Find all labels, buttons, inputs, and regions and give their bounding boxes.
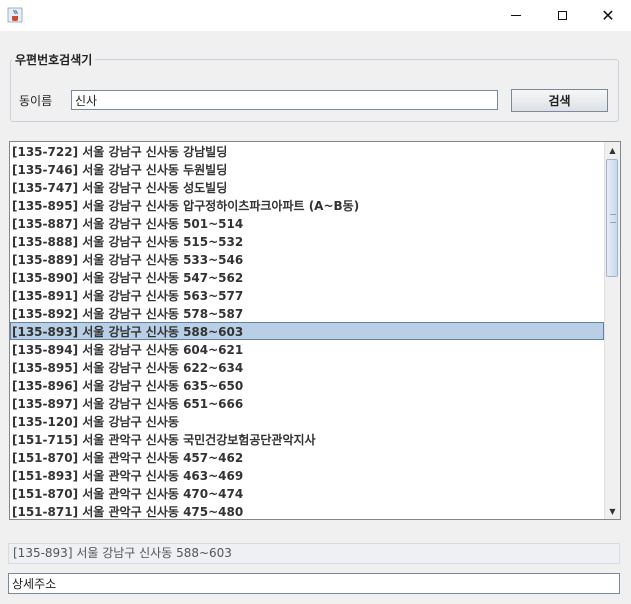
- list-item[interactable]: [151-870] 서울 관악구 신사동 457~462: [10, 448, 604, 466]
- list-item[interactable]: [135-895] 서울 강남구 신사동 622~634: [10, 358, 604, 376]
- dong-name-input[interactable]: [71, 90, 498, 110]
- list-item[interactable]: [135-746] 서울 강남구 신사동 두원빌딩: [10, 160, 604, 178]
- scroll-up-icon[interactable]: ▲: [605, 142, 620, 158]
- dong-name-label: 동이름: [19, 94, 53, 108]
- list-item[interactable]: [151-870] 서울 관악구 신사동 470~474: [10, 484, 604, 502]
- list-item[interactable]: [135-889] 서울 강남구 신사동 533~546: [10, 250, 604, 268]
- selected-address-field: [135-893] 서울 강남구 신사동 588~603: [8, 543, 620, 564]
- grip-icon: [610, 214, 616, 223]
- search-button[interactable]: 검색: [511, 89, 608, 112]
- list-item[interactable]: [135-894] 서울 강남구 신사동 604~621: [10, 340, 604, 358]
- list-item[interactable]: [135-891] 서울 강남구 신사동 563~577: [10, 286, 604, 304]
- maximize-button[interactable]: [539, 0, 585, 31]
- list-item[interactable]: [135-890] 서울 강남구 신사동 547~562: [10, 268, 604, 286]
- minimize-icon: [511, 15, 521, 16]
- scroll-thumb[interactable]: [606, 159, 618, 277]
- list-item[interactable]: [135-895] 서울 강남구 신사동 압구정하이츠파크아파트 (A~B동): [10, 196, 604, 214]
- list-item[interactable]: [135-896] 서울 강남구 신사동 635~650: [10, 376, 604, 394]
- close-button[interactable]: ✕: [585, 0, 631, 31]
- list-item[interactable]: [135-120] 서울 강남구 신사동: [10, 412, 604, 430]
- close-icon: ✕: [601, 5, 615, 25]
- list-item[interactable]: [135-893] 서울 강남구 신사동 588~603: [10, 322, 604, 340]
- minimize-button[interactable]: [493, 0, 539, 31]
- scroll-down-icon[interactable]: ▼: [605, 503, 620, 519]
- result-list[interactable]: [135-722] 서울 강남구 신사동 강남빌딩 [135-746] 서울 강남…: [9, 141, 621, 520]
- vertical-scrollbar[interactable]: ▲ ▼: [604, 142, 620, 519]
- detail-address-input[interactable]: [8, 573, 620, 594]
- list-item[interactable]: [151-893] 서울 관악구 신사동 463~469: [10, 466, 604, 484]
- list-item[interactable]: [135-892] 서울 강남구 신사동 578~587: [10, 304, 604, 322]
- java-coffee-icon: [7, 7, 23, 23]
- list-item[interactable]: [135-888] 서울 강남구 신사동 515~532: [10, 232, 604, 250]
- list-item[interactable]: [151-871] 서울 관악구 신사동 475~480: [10, 502, 604, 519]
- list-item[interactable]: [135-887] 서울 강남구 신사동 501~514: [10, 214, 604, 232]
- title-bar: ✕: [0, 0, 631, 31]
- search-group-title: 우편번호검색기: [12, 51, 96, 68]
- list-item[interactable]: [151-715] 서울 관악구 신사동 국민건강보험공단관악지사: [10, 430, 604, 448]
- maximize-icon: [557, 11, 567, 20]
- list-item[interactable]: [135-722] 서울 강남구 신사동 강남빌딩: [10, 142, 604, 160]
- result-list-items: [135-722] 서울 강남구 신사동 강남빌딩 [135-746] 서울 강남…: [10, 142, 604, 519]
- list-item[interactable]: [135-897] 서울 강남구 신사동 651~666: [10, 394, 604, 412]
- list-item[interactable]: [135-747] 서울 강남구 신사동 성도빌딩: [10, 178, 604, 196]
